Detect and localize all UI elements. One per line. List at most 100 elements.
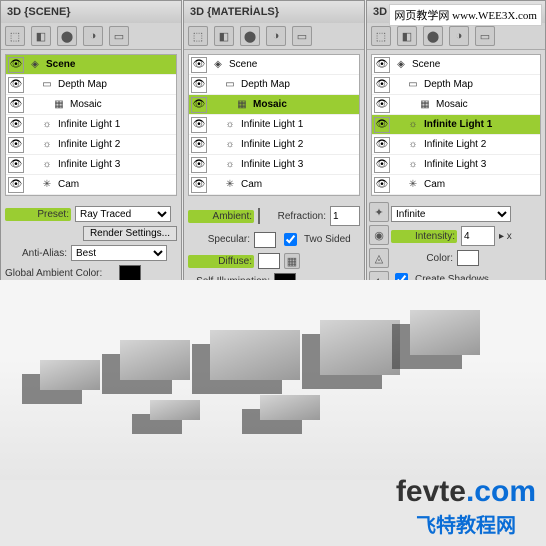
item-label: Infinite Light 2 [241, 139, 303, 150]
filter-icon[interactable]: ⬚ [5, 26, 25, 46]
item-icon: ✳ [223, 178, 237, 192]
tree-row[interactable]: 👁✳Cam [372, 175, 540, 195]
antialias-label: Anti-Alias: [5, 248, 67, 259]
visibility-icon[interactable]: 👁 [374, 117, 390, 133]
visibility-icon[interactable]: 👁 [374, 97, 390, 113]
specular-swatch[interactable] [254, 232, 276, 248]
item-icon: ☼ [406, 158, 420, 172]
tree-row[interactable]: 👁◈Scene [189, 55, 359, 75]
ambient-label: Ambient: [188, 210, 254, 223]
tree-row[interactable]: 👁☼Infinite Light 3 [189, 155, 359, 175]
watermark: 网页教学网 www.WEE3X.com [389, 4, 542, 26]
filter-icon[interactable]: ⬚ [371, 26, 391, 46]
visibility-icon[interactable]: 👁 [8, 177, 24, 193]
mesh-icon[interactable]: ◧ [31, 26, 51, 46]
tree-row[interactable]: 👁☼Infinite Light 2 [372, 135, 540, 155]
gac-swatch[interactable] [119, 265, 141, 281]
scene-toolbar: ⬚ ◧ ⬤ ◑ ▭ [1, 23, 181, 50]
item-icon: ▭ [223, 78, 237, 92]
tree-row[interactable]: 👁▦Mosaic [189, 95, 359, 115]
item-icon: ✳ [40, 178, 54, 192]
light-icon[interactable]: ◑ [449, 26, 469, 46]
material-icon[interactable]: ⬤ [240, 26, 260, 46]
antialias-select[interactable]: Best [71, 245, 167, 261]
visibility-icon[interactable]: 👁 [374, 57, 390, 73]
item-icon: ◈ [28, 58, 42, 72]
item-label: Infinite Light 3 [241, 159, 303, 170]
item-label: Mosaic [70, 99, 102, 110]
light-type-select[interactable]: Infinite [391, 206, 511, 222]
visibility-icon[interactable]: 👁 [191, 117, 207, 133]
item-label: Infinite Light 3 [58, 159, 120, 170]
tree-row[interactable]: 👁 ▦ Mosaic [6, 95, 176, 115]
intensity-slider-icon[interactable]: ▸ x [499, 231, 512, 242]
diffuse-swatch[interactable] [258, 253, 280, 269]
preset-select[interactable]: Ray Traced [75, 206, 171, 222]
item-icon: ☼ [223, 118, 237, 132]
tree-row[interactable]: 👁☼Infinite Light 3 [6, 155, 176, 175]
tree-row[interactable]: 👁 ▭ Depth Map [189, 75, 359, 95]
camera-icon[interactable]: ▭ [292, 26, 312, 46]
item-label: Mosaic [436, 99, 468, 110]
visibility-icon[interactable]: 👁 [8, 137, 24, 153]
item-label: Cam [424, 179, 445, 190]
tree-row[interactable]: 👁☼Infinite Light 2 [189, 135, 359, 155]
light-icon[interactable]: ◑ [83, 26, 103, 46]
gac-label: Global Ambient Color: [5, 268, 115, 279]
spot-light-icon[interactable]: ◬ [369, 248, 389, 268]
tree-row[interactable]: 👁▭Depth Map [6, 75, 176, 95]
mesh-icon[interactable]: ◧ [397, 26, 417, 46]
tree-row[interactable]: 👁☼Infinite Light 1 [6, 115, 176, 135]
visibility-icon[interactable]: 👁 [191, 57, 207, 73]
item-icon: ☼ [40, 118, 54, 132]
item-label: Infinite Light 2 [58, 139, 120, 150]
tree-row[interactable]: 👁◈Scene [6, 55, 176, 75]
lights-tree: 👁◈Scene👁▭Depth Map👁▦Mosaic👁☼Infinite Lig… [371, 54, 541, 196]
tree-row[interactable]: 👁◈Scene [372, 55, 540, 75]
visibility-icon[interactable]: 👁 [374, 137, 390, 153]
visibility-icon[interactable]: 👁 [374, 157, 390, 173]
visibility-icon[interactable]: 👁 [374, 77, 390, 93]
materials-title: 3D {MATERİALS} [184, 1, 364, 23]
visibility-icon[interactable]: 👁 [8, 97, 24, 113]
material-icon[interactable]: ⬤ [57, 26, 77, 46]
render-settings-button[interactable]: Render Settings... [83, 226, 177, 241]
item-label: Scene [412, 59, 440, 70]
camera-icon[interactable]: ▭ [109, 26, 129, 46]
diffuse-map-icon[interactable]: ▦ [284, 253, 300, 269]
item-icon: ▭ [40, 78, 54, 92]
visibility-icon[interactable]: 👁 [8, 57, 24, 73]
light-color-swatch[interactable] [457, 250, 479, 266]
tree-row[interactable]: 👁▭Depth Map [372, 75, 540, 95]
visibility-icon[interactable]: 👁 [191, 177, 207, 193]
twosided-checkbox[interactable] [284, 233, 297, 246]
materials-toolbar: ⬚ ◧ ⬤ ◑ ▭ [184, 23, 364, 50]
light-icon[interactable]: ◑ [266, 26, 286, 46]
tree-row[interactable]: 👁☼Infinite Light 3 [372, 155, 540, 175]
tree-row[interactable]: 👁▦Mosaic [372, 95, 540, 115]
item-label: Depth Map [241, 79, 290, 90]
mesh-icon[interactable]: ◧ [214, 26, 234, 46]
visibility-icon[interactable]: 👁 [191, 137, 207, 153]
tree-row[interactable]: 👁✳Cam [6, 175, 176, 195]
visibility-icon[interactable]: 👁 [191, 97, 207, 113]
refraction-input[interactable] [330, 206, 360, 226]
tree-row[interactable]: 👁☼Infinite Light 1 [189, 115, 359, 135]
tree-row[interactable]: 👁☼Infinite Light 2 [6, 135, 176, 155]
visibility-icon[interactable]: 👁 [191, 157, 207, 173]
tree-row[interactable]: 👁☼Infinite Light 1 [372, 115, 540, 135]
new-light-icon[interactable]: ✦ [369, 202, 389, 222]
intensity-input[interactable] [461, 226, 495, 246]
visibility-icon[interactable]: 👁 [374, 177, 390, 193]
visibility-icon[interactable]: 👁 [8, 117, 24, 133]
visibility-icon[interactable]: 👁 [8, 77, 24, 93]
camera-icon[interactable]: ▭ [475, 26, 495, 46]
tree-row[interactable]: 👁✳Cam [189, 175, 359, 195]
material-icon[interactable]: ⬤ [423, 26, 443, 46]
ambient-swatch[interactable] [258, 208, 260, 224]
visibility-icon[interactable]: 👁 [191, 77, 207, 93]
point-light-icon[interactable]: ◉ [369, 225, 389, 245]
filter-icon[interactable]: ⬚ [188, 26, 208, 46]
visibility-icon[interactable]: 👁 [8, 157, 24, 173]
item-icon: ▦ [52, 98, 66, 112]
